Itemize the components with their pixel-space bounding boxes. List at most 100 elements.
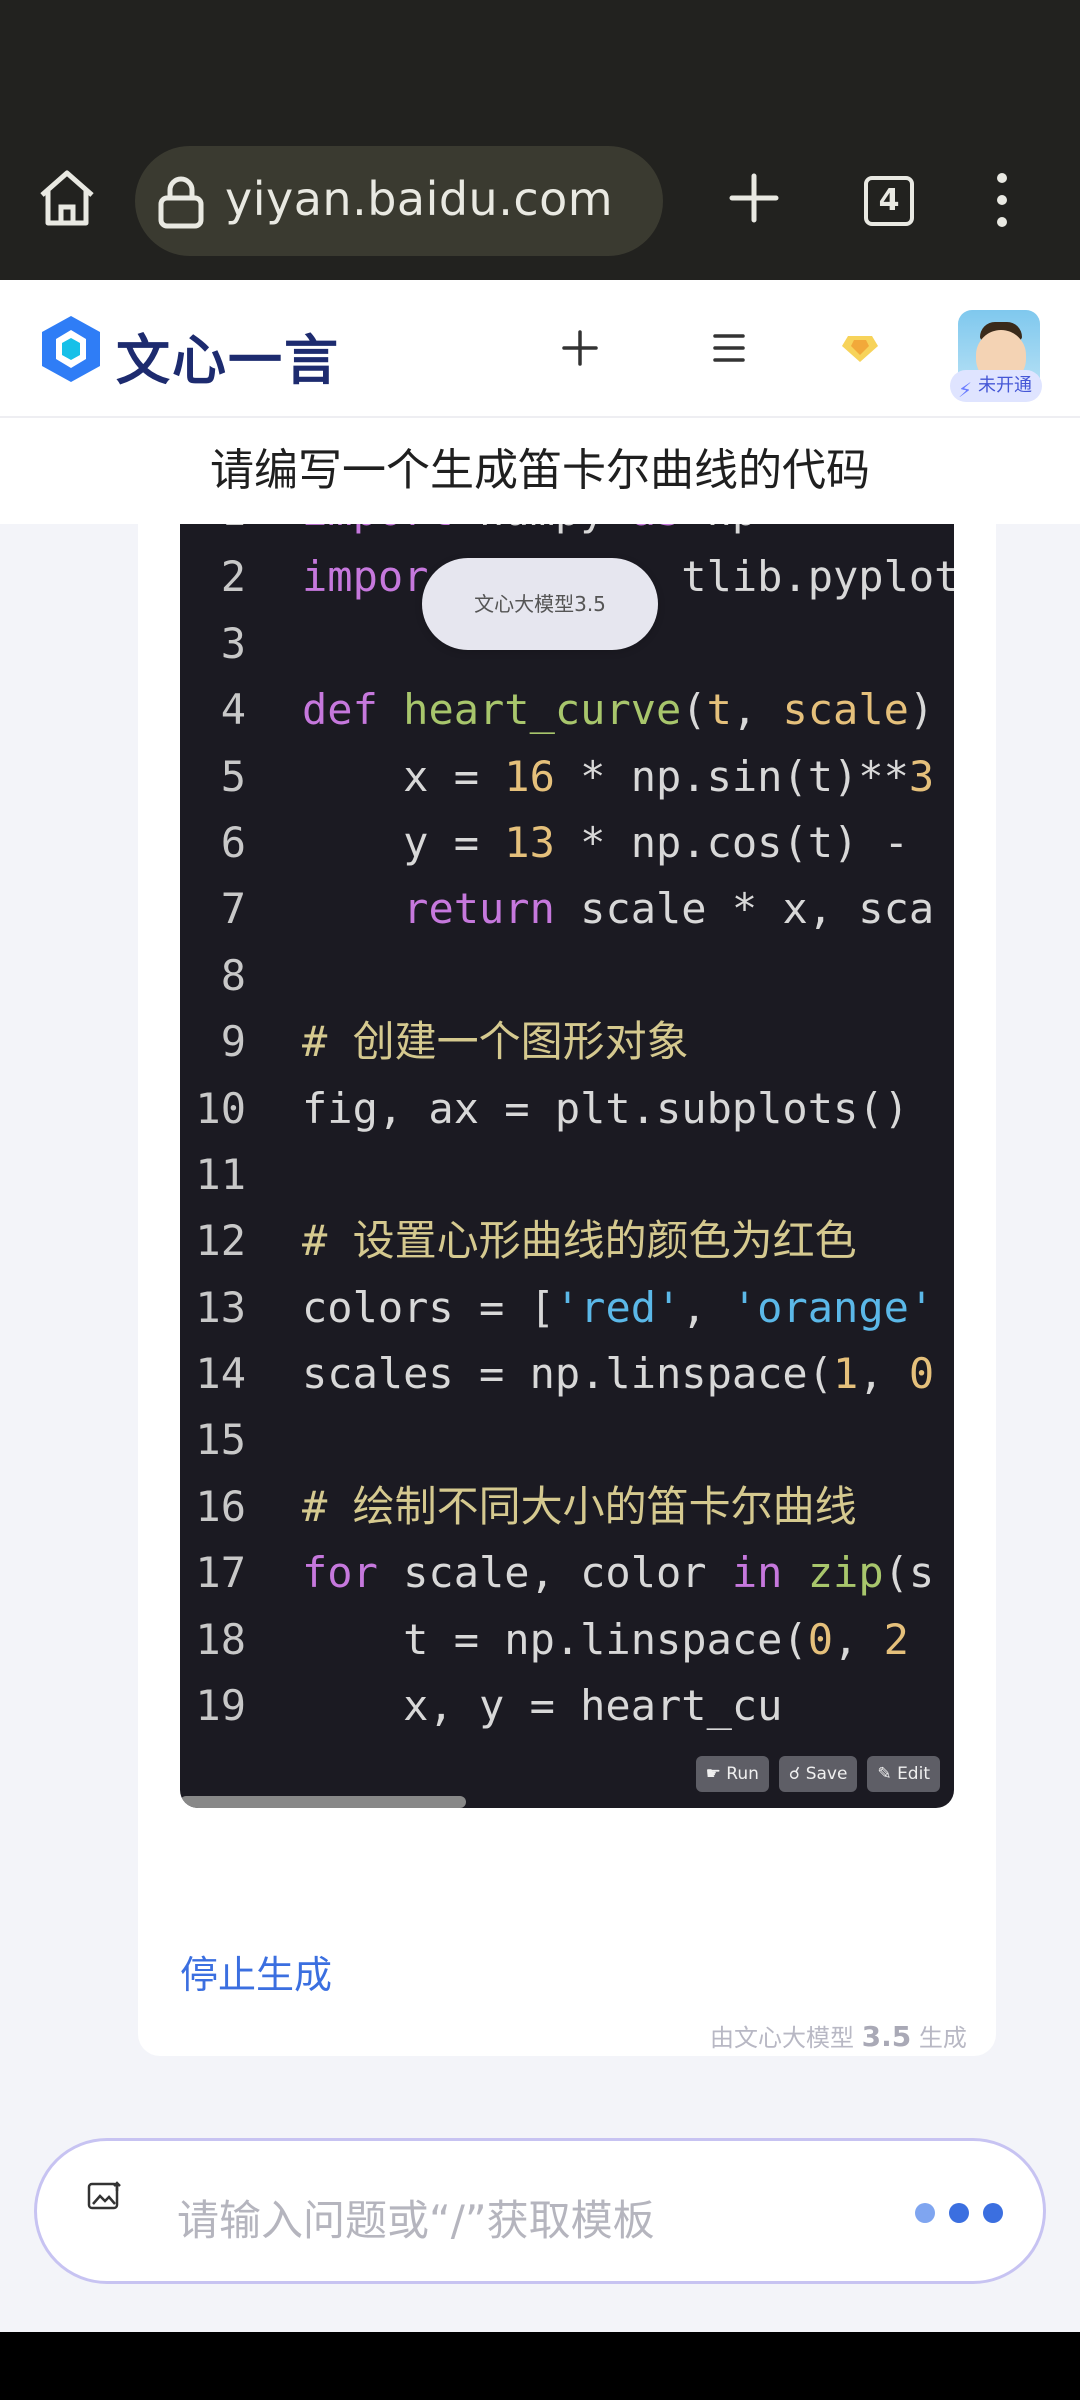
horizontal-scrollbar[interactable] — [180, 1796, 466, 1808]
save-button[interactable]: ☌ Save — [778, 1756, 858, 1792]
line-number: 12 — [195, 1216, 246, 1266]
code-token: ) — [908, 685, 935, 735]
image-upload-icon[interactable] — [87, 2181, 123, 2213]
code-token: 1 — [833, 1349, 859, 1399]
code-token: heart_curve — [403, 685, 682, 735]
line-number: 3 — [220, 618, 246, 668]
prompt-input[interactable]: 请输入问题或“/”获取模板 — [34, 2138, 1046, 2284]
line-number: 19 — [195, 1681, 246, 1731]
line-number: 4 — [220, 685, 246, 735]
code-text: t = np.linspace(0, 2 — [302, 1607, 909, 1673]
code-token: 0 — [807, 1614, 834, 1664]
run-button[interactable]: ☛ Run — [695, 1756, 769, 1792]
code-token: 16 — [504, 751, 555, 801]
code-token: , — [858, 1349, 909, 1399]
list-icon[interactable] — [712, 330, 746, 366]
vip-status-badge[interactable]: ⚡ 未开通 — [950, 370, 1042, 402]
user-question: 请编写一个生成笛卡尔曲线的代码 — [0, 418, 1080, 524]
lock-icon[interactable] — [155, 174, 207, 230]
code-text: # 创建一个图形对象 — [302, 1009, 689, 1075]
code-line: 13 colors = ['red', 'orange' — [180, 1275, 954, 1341]
tab-count-button[interactable]: 4 — [864, 176, 914, 226]
code-token: 0 — [908, 1349, 935, 1399]
lightning-icon: ⚡ — [958, 378, 973, 402]
kebab-menu-icon[interactable] — [984, 170, 1020, 230]
code-token: def — [302, 685, 378, 735]
code-token: * np.cos(t) - — [554, 817, 935, 867]
code-line: 17 for scale, color in zip(s — [180, 1540, 954, 1606]
address-bar[interactable]: yiyan.baidu.com — [135, 146, 663, 256]
line-number: 8 — [220, 950, 246, 1000]
code-token: # 设置心形曲线的颜色为红色 — [302, 1216, 857, 1266]
code-token: scale — [782, 685, 909, 735]
plus-icon[interactable] — [728, 172, 780, 224]
code-token: as — [631, 524, 682, 535]
stop-generating-button[interactable]: 停止生成 — [180, 1944, 332, 1999]
code-line: 12 # 设置心形曲线的颜色为红色 — [180, 1208, 954, 1274]
code-token: 13 — [504, 817, 555, 867]
code-token: return — [403, 884, 555, 934]
diamond-icon[interactable] — [840, 326, 880, 366]
line-number: 1 — [180, 524, 246, 544]
code-line: 16 # 绘制不同大小的笛卡尔曲线 — [180, 1474, 954, 1540]
code-token: np — [681, 524, 758, 535]
edit-button[interactable]: ✎ Edit — [867, 1756, 940, 1792]
code-text: x = 16 * np.sin(t)**3 — [302, 744, 934, 810]
code-token: ( — [681, 685, 707, 735]
line-number: 14 — [195, 1349, 246, 1399]
url-text: yiyan.baidu.com — [225, 172, 614, 226]
line-number: 9 — [220, 1017, 246, 1067]
app-header: 文心一言 ⚡ 未开通 — [0, 280, 1080, 418]
code-text: colors = ['red', 'orange' — [302, 1275, 934, 1341]
line-number: 13 — [195, 1282, 246, 1332]
code-text: import numpy as np — [302, 524, 757, 544]
code-token: 'red' — [554, 1282, 682, 1332]
code-token: 2 — [883, 1614, 909, 1664]
code-text: for scale, color in zip(s — [302, 1540, 934, 1606]
code-line: 8 — [180, 943, 954, 1009]
wenxin-logo-icon — [42, 316, 100, 382]
code-token: , — [681, 1282, 732, 1332]
code-block[interactable]: 1import numpy as np2impor tlib.pyplot34d… — [180, 524, 954, 1808]
code-line: 14 scales = np.linspace(1, 0 — [180, 1341, 954, 1407]
code-token: zip — [807, 1548, 884, 1598]
line-number: 11 — [195, 1149, 246, 1199]
code-token: 3 — [908, 751, 935, 801]
line-number: 17 — [195, 1548, 246, 1598]
line-number: 16 — [195, 1481, 246, 1531]
generated-by-note: 由文心大模型 3.5 生成 — [710, 2020, 967, 2053]
new-chat-icon[interactable] — [560, 328, 600, 368]
code-token: scale * x, sca — [554, 884, 935, 934]
code-token: import — [302, 524, 454, 535]
line-number: 2 — [220, 552, 246, 602]
code-token: fig, ax = plt.subplots() — [302, 1083, 909, 1133]
code-text: # 设置心形曲线的颜色为红色 — [302, 1208, 857, 1274]
code-line: 7 return scale * x, sca — [180, 876, 954, 942]
line-number: 6 — [220, 817, 246, 867]
code-token: 'orange' — [731, 1282, 935, 1332]
line-number: 5 — [220, 751, 246, 801]
code-token: scale, color — [377, 1548, 732, 1598]
system-nav-bar — [0, 2332, 1080, 2400]
code-token: , — [833, 1614, 884, 1664]
code-actions: ☛ Run ☌ Save ✎ Edit — [695, 1756, 940, 1792]
line-number: 15 — [195, 1415, 246, 1465]
code-text: x, y = heart_cu — [302, 1673, 782, 1739]
home-icon[interactable] — [34, 165, 100, 231]
code-token: impor — [302, 552, 429, 602]
line-number: 18 — [195, 1614, 246, 1664]
code-token: for — [302, 1548, 378, 1598]
line-number: 10 — [195, 1083, 246, 1133]
prompt-placeholder: 请输入问题或“/”获取模板 — [177, 2196, 655, 2245]
code-lines: 1import numpy as np2impor tlib.pyplot34d… — [180, 524, 954, 1739]
code-token: in — [731, 1548, 783, 1598]
loading-dots-icon — [915, 2203, 1003, 2223]
code-text: scales = np.linspace(1, 0 — [302, 1341, 934, 1407]
code-token: t — [706, 685, 732, 735]
brand-name: 文心一言 — [116, 329, 340, 392]
code-line: 18 t = np.linspace(0, 2 — [180, 1607, 954, 1673]
code-line: 6 y = 13 * np.cos(t) - — [180, 810, 954, 876]
